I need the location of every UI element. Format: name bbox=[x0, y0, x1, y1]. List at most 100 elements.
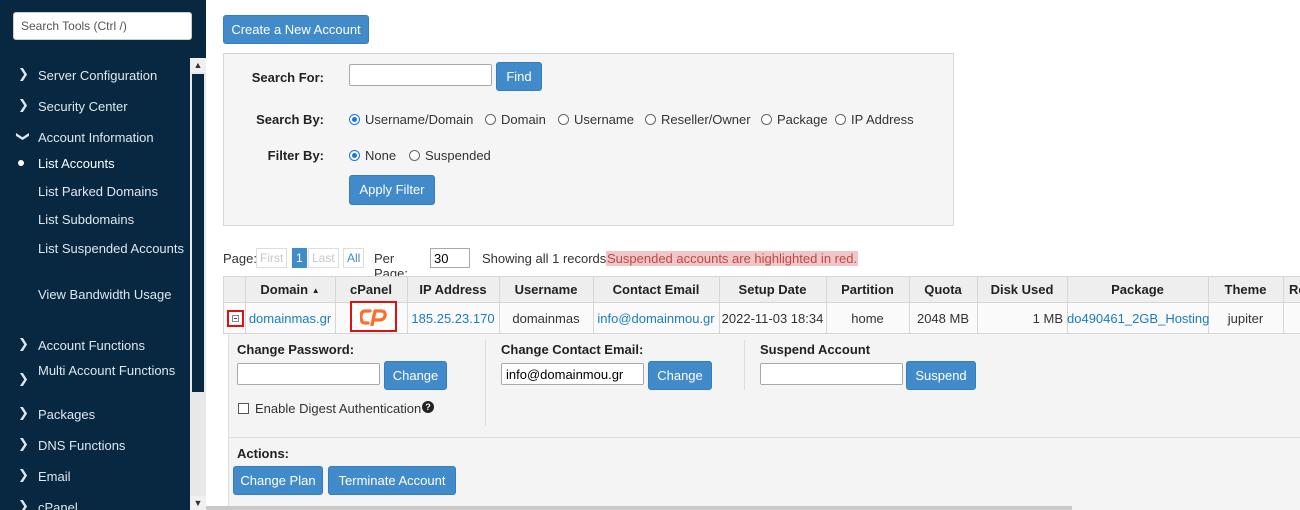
digest-auth-label: Enable Digest Authentication bbox=[255, 401, 422, 416]
chevron-right-icon: ❯ bbox=[18, 371, 29, 386]
page-current[interactable]: 1 bbox=[292, 248, 307, 268]
radio-filter-none[interactable]: None bbox=[349, 148, 396, 163]
active-bullet-icon bbox=[18, 160, 24, 166]
search-input[interactable] bbox=[349, 64, 492, 86]
sidebar-item-server-configuration[interactable]: ❯ Server Configuration bbox=[0, 66, 190, 85]
radio-username[interactable]: Username bbox=[558, 112, 634, 127]
radio-package[interactable]: Package bbox=[761, 112, 828, 127]
column-header-contact-email[interactable]: Contact Email bbox=[593, 276, 719, 303]
sidebar-item-label: DNS Functions bbox=[38, 438, 126, 453]
sidebar-item-packages[interactable]: ❯ Packages bbox=[0, 405, 190, 424]
column-header-cpanel[interactable]: cPanel bbox=[335, 276, 407, 303]
change-password-button[interactable]: Change bbox=[384, 361, 447, 390]
package-link[interactable]: do490461_2GB_Hosting bbox=[1067, 303, 1209, 334]
apply-filter-button[interactable]: Apply Filter bbox=[349, 175, 435, 205]
contact-email-field[interactable] bbox=[501, 363, 644, 385]
sidebar-item-list-suspended-accounts[interactable]: List Suspended Accounts bbox=[0, 239, 190, 277]
divider bbox=[485, 340, 486, 426]
showing-records-text: Showing all 1 records. bbox=[482, 251, 610, 266]
radio-label: Domain bbox=[501, 112, 546, 127]
scroll-down-icon[interactable]: ▼ bbox=[190, 496, 206, 510]
radio-label: Package bbox=[777, 112, 828, 127]
column-header-package[interactable]: Package bbox=[1067, 276, 1208, 303]
column-header-disk-used[interactable]: Disk Used bbox=[977, 276, 1067, 303]
page-all-link[interactable]: All bbox=[343, 248, 365, 268]
sidebar-item-list-accounts[interactable]: List Accounts bbox=[0, 154, 190, 173]
radio-icon bbox=[761, 114, 772, 125]
column-header-theme[interactable]: Theme bbox=[1208, 276, 1283, 303]
suspend-reason-field[interactable] bbox=[760, 363, 903, 385]
create-new-account-button[interactable]: Create a New Account bbox=[223, 15, 369, 44]
sidebar-item-view-bandwidth-usage[interactable]: View Bandwidth Usage bbox=[0, 285, 190, 323]
column-header-quota[interactable]: Quota bbox=[909, 276, 977, 303]
column-header-ip-address[interactable]: IP Address bbox=[407, 276, 499, 303]
sidebar-item-label: Account Functions bbox=[38, 338, 145, 353]
suspended-note: Suspended accounts are highlighted in re… bbox=[606, 251, 859, 266]
radio-filter-suspended[interactable]: Suspended bbox=[409, 148, 491, 163]
sidebar-item-list-parked-domains[interactable]: List Parked Domains bbox=[0, 182, 190, 201]
collapse-row-icon[interactable] bbox=[227, 310, 244, 327]
radio-icon bbox=[558, 114, 569, 125]
quota-cell: 2048 MB bbox=[916, 311, 970, 326]
actions-label: Actions: bbox=[237, 446, 289, 461]
sidebar-item-email[interactable]: ❯ Email bbox=[0, 467, 190, 486]
chevron-down-icon: ❯ bbox=[16, 131, 31, 142]
radio-icon bbox=[485, 114, 496, 125]
change-contact-email-label: Change Contact Email: bbox=[501, 342, 644, 357]
filter-by-label: Filter By: bbox=[267, 148, 324, 163]
column-header-label: Domain bbox=[260, 282, 309, 297]
page-last-link[interactable]: Last bbox=[308, 248, 339, 268]
radio-reseller-owner[interactable]: Reseller/Owner bbox=[645, 112, 751, 127]
ip-address-link[interactable]: 185.25.23.170 bbox=[407, 303, 499, 334]
sidebar-item-security-center[interactable]: ❯ Security Center bbox=[0, 97, 190, 116]
chevron-right-icon: ❯ bbox=[18, 467, 29, 482]
radio-username-domain[interactable]: Username/Domain bbox=[349, 112, 473, 127]
sidebar-item-multi-account-functions[interactable]: ❯ Multi Account Functions bbox=[0, 361, 190, 399]
radio-icon bbox=[409, 150, 420, 161]
page-label: Page: bbox=[223, 251, 257, 266]
search-by-label: Search By: bbox=[256, 112, 324, 127]
chevron-right-icon: ❯ bbox=[18, 405, 29, 420]
per-page-input[interactable] bbox=[430, 248, 470, 268]
sidebar-scrollbar[interactable]: ▲ ▼ bbox=[190, 58, 206, 510]
password-field[interactable] bbox=[237, 363, 380, 385]
sidebar-item-account-information[interactable]: ❯ Account Information bbox=[0, 128, 190, 147]
search-tools-input[interactable] bbox=[13, 12, 192, 40]
sidebar-item-label: List Parked Domains bbox=[38, 184, 158, 199]
help-icon[interactable]: ? bbox=[422, 401, 434, 413]
sidebar-item-label: List Accounts bbox=[38, 156, 115, 171]
radio-icon bbox=[835, 114, 846, 125]
sidebar-item-dns-functions[interactable]: ❯ DNS Functions bbox=[0, 436, 190, 455]
scrollbar-thumb[interactable] bbox=[192, 74, 204, 392]
change-plan-button[interactable]: Change Plan bbox=[233, 466, 323, 495]
terminate-account-button[interactable]: Terminate Account bbox=[328, 466, 456, 495]
domain-link[interactable]: domainmas.gr bbox=[245, 303, 335, 334]
cpanel-login-button[interactable] bbox=[350, 301, 397, 332]
radio-domain[interactable]: Domain bbox=[485, 112, 546, 127]
sidebar-item-list-subdomains[interactable]: List Subdomains bbox=[0, 210, 190, 229]
find-button[interactable]: Find bbox=[496, 62, 542, 91]
sidebar-item-label: Email bbox=[38, 469, 71, 484]
setup-date-cell: 2022-11-03 18:34 bbox=[721, 311, 824, 326]
column-header-setup-date[interactable]: Setup Date bbox=[719, 276, 826, 303]
sidebar-item-label: Account Information bbox=[38, 130, 154, 145]
sort-ascending-icon: ▲ bbox=[311, 286, 320, 295]
column-header-domain[interactable]: Domain ▲ bbox=[245, 276, 335, 303]
scroll-up-icon[interactable]: ▲ bbox=[190, 58, 206, 72]
radio-label: Username bbox=[574, 112, 634, 127]
radio-label: None bbox=[365, 148, 397, 163]
sidebar-item-label: View Bandwidth Usage bbox=[38, 287, 172, 302]
radio-ip-address[interactable]: IP Address bbox=[835, 112, 914, 127]
horizontal-scrollbar[interactable] bbox=[206, 506, 1072, 510]
sidebar-item-account-functions[interactable]: ❯ Account Functions bbox=[0, 336, 190, 355]
contact-email-link[interactable]: info@domainmou.gr bbox=[593, 303, 719, 334]
sidebar-item-cpanel[interactable]: ❯ cPanel bbox=[0, 498, 190, 510]
page-first-link[interactable]: First bbox=[256, 248, 288, 268]
sidebar-item-label: List Suspended Accounts bbox=[38, 241, 184, 256]
column-header-username[interactable]: Username bbox=[499, 276, 593, 303]
digest-auth-checkbox[interactable] bbox=[238, 403, 249, 414]
column-header-reseller[interactable]: Re bbox=[1289, 276, 1300, 303]
suspend-button[interactable]: Suspend bbox=[906, 361, 976, 390]
change-email-button[interactable]: Change bbox=[648, 361, 712, 390]
column-header-partition[interactable]: Partition bbox=[826, 276, 909, 303]
